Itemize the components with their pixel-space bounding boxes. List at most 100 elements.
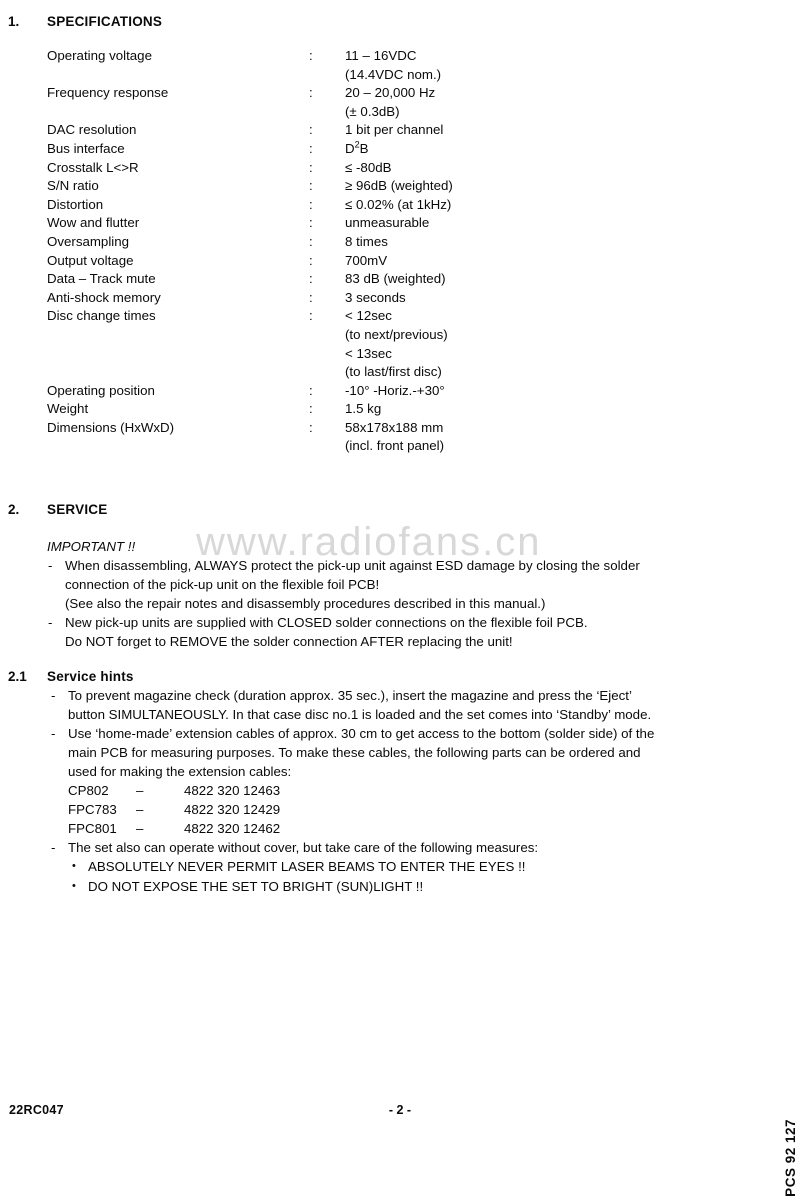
note-line: New pick-up units are supplied with CLOS… <box>65 615 588 630</box>
document-page: www.radiofans.cn 1. SPECIFICATIONS Opera… <box>0 0 800 1197</box>
spec-value: 700mV <box>345 252 388 268</box>
spec-colon: : <box>309 233 313 249</box>
spec-label: Operating voltage <box>47 48 152 63</box>
spec-row: Anti-shock memory : 3 seconds <box>0 290 800 309</box>
part-code: FPC783 <box>68 802 117 817</box>
spec-row: Disc change times : < 12sec <box>0 308 800 327</box>
spec-row: Wow and flutter : unmeasurable <box>0 215 800 234</box>
dash-marker: - <box>51 840 56 855</box>
spec-label: Operating position <box>47 382 155 398</box>
service-important-block: IMPORTANT !! - When disassembling, ALWAY… <box>47 537 767 651</box>
specifications-table: Operating voltage : 11 – 16VDC (14.4VDC … <box>0 48 800 457</box>
spec-row: Oversampling : 8 times <box>0 234 800 253</box>
spec-colon: : <box>309 196 313 212</box>
spec-row: Operating voltage : 11 – 16VDC <box>0 48 800 67</box>
spec-row: Operating position : -10° -Horiz.-+30° <box>0 383 800 402</box>
spec-row: Dimensions (HxWxD) : 58x178x188 mm <box>0 420 800 439</box>
part-row: CP802 – 4822 320 12463 <box>68 781 770 800</box>
part-number: 4822 320 12463 <box>184 783 281 798</box>
spec-value: 58x178x188 mm <box>345 419 444 435</box>
spec-label: Weight <box>47 401 89 417</box>
note-line: Do NOT forget to REMOVE the solder conne… <box>65 634 513 649</box>
bullet-icon: • <box>72 879 76 892</box>
section-number-specifications: 1. <box>8 14 20 29</box>
spec-value: D2B <box>345 139 369 156</box>
spec-label: Disc change times <box>47 308 156 324</box>
hint-item: - The set also can operate without cover… <box>50 838 770 896</box>
service-note-item: - New pick-up units are supplied with CL… <box>47 613 767 651</box>
spec-value-continuation: (incl. front panel) <box>345 438 445 454</box>
part-number: 4822 320 12462 <box>184 821 281 836</box>
spec-value: 1 bit per channel <box>345 122 444 138</box>
important-heading: IMPORTANT !! <box>47 539 136 554</box>
spec-row: Crosstalk L<>R : ≤ -80dB <box>0 160 800 179</box>
part-dash: – <box>136 783 144 798</box>
spec-colon: : <box>309 289 313 305</box>
spec-row: DAC resolution : 1 bit per channel <box>0 122 800 141</box>
part-row: FPC801 – 4822 320 12462 <box>68 819 770 838</box>
spec-colon: : <box>309 85 313 101</box>
service-hints-block: - To prevent magazine check (duration ap… <box>50 686 770 896</box>
spec-value: -10° -Horiz.-+30° <box>345 382 445 398</box>
spec-row: Data – Track mute : 83 dB (weighted) <box>0 271 800 290</box>
spec-colon: : <box>309 252 313 268</box>
section-title-service: SERVICE <box>47 502 108 517</box>
spec-value: 3 seconds <box>345 289 406 305</box>
spec-row: Output voltage : 700mV <box>0 253 800 272</box>
spec-label: Distortion <box>47 196 104 212</box>
page-number: - 2 - <box>388 1103 412 1117</box>
spec-colon: : <box>309 122 313 138</box>
section-number-service-hints: 2.1 <box>8 669 27 684</box>
section-title-specifications: SPECIFICATIONS <box>47 14 163 29</box>
spec-colon: : <box>309 215 313 231</box>
spec-colon: : <box>309 382 313 398</box>
spec-value: 20 – 20,000 Hz <box>345 85 436 101</box>
safety-bullet-text: ABSOLUTELY NEVER PERMIT LASER BEAMS TO E… <box>88 859 526 874</box>
spec-row: Bus interface : D2B <box>0 139 800 160</box>
hint-line: Use ‘home-made’ extension cables of appr… <box>68 726 655 741</box>
hint-item: - Use ‘home-made’ extension cables of ap… <box>50 724 770 838</box>
part-dash: – <box>136 821 144 836</box>
spec-value: < 12sec <box>345 308 392 324</box>
part-code: CP802 <box>68 783 109 798</box>
spec-label: S/N ratio <box>47 178 99 194</box>
spec-label: Bus interface <box>47 140 125 156</box>
section-number-service: 2. <box>8 502 20 517</box>
spec-value: ≥ 96dB (weighted) <box>345 178 453 194</box>
safety-bullet: • DO NOT EXPOSE THE SET TO BRIGHT (SUN)L… <box>68 877 770 897</box>
spec-colon: : <box>309 178 313 194</box>
part-number: 4822 320 12429 <box>184 802 281 817</box>
service-note-item: - When disassembling, ALWAYS protect the… <box>47 556 767 613</box>
safety-bullet: • ABSOLUTELY NEVER PERMIT LASER BEAMS TO… <box>68 857 770 877</box>
spec-colon: : <box>309 159 313 175</box>
dash-marker: - <box>51 726 56 741</box>
side-publication-code: PCS 92 127 <box>783 1119 798 1197</box>
spec-row: S/N ratio : ≥ 96dB (weighted) <box>0 178 800 197</box>
dash-marker: - <box>51 688 56 703</box>
spec-value: 11 – 16VDC <box>345 48 417 63</box>
bullet-icon: • <box>72 860 76 872</box>
spec-label: Crosstalk L<>R <box>47 159 139 175</box>
spec-label: Anti-shock memory <box>47 289 161 305</box>
spec-value: ≤ -80dB <box>345 159 392 175</box>
spec-value: 83 dB (weighted) <box>345 271 446 287</box>
spec-value: 1.5 kg <box>345 401 382 417</box>
spec-value: ≤ 0.02% (at 1kHz) <box>345 196 452 212</box>
spec-value-continuation: (to next/previous) <box>345 326 448 342</box>
spec-colon: : <box>309 401 313 417</box>
hint-line: button SIMULTANEOUSLY. In that case disc… <box>68 707 652 722</box>
safety-bullet-text: DO NOT EXPOSE THE SET TO BRIGHT (SUN)LIG… <box>88 878 424 894</box>
spec-row: Weight : 1.5 kg <box>0 401 800 420</box>
spec-label: Dimensions (HxWxD) <box>47 419 175 435</box>
part-dash: – <box>136 802 144 817</box>
spec-value-continuation: (± 0.3dB) <box>345 103 400 119</box>
spec-label: Output voltage <box>47 252 134 268</box>
hint-item: - To prevent magazine check (duration ap… <box>50 686 770 724</box>
spec-colon: : <box>309 48 313 63</box>
spec-value: 8 times <box>345 233 388 249</box>
part-row: FPC783 – 4822 320 12429 <box>68 800 770 819</box>
spec-colon: : <box>309 271 313 287</box>
spec-row-continuation: (± 0.3dB) <box>0 104 800 123</box>
note-line: When disassembling, ALWAYS protect the p… <box>65 558 640 573</box>
spec-label: Data – Track mute <box>47 271 156 287</box>
